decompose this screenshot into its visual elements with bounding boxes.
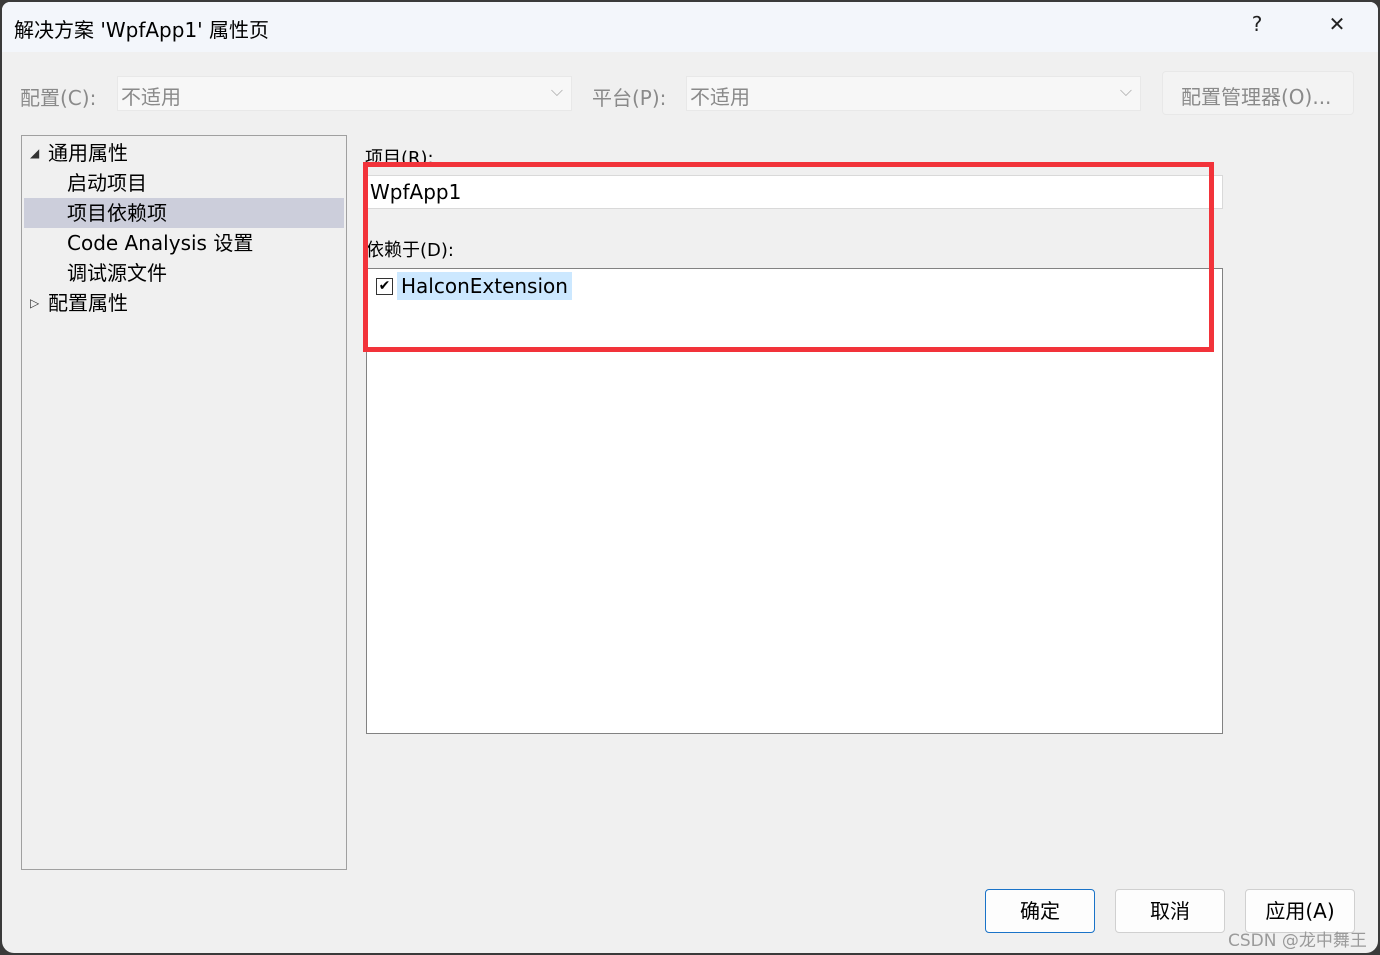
tree-item-label: 配置属性 bbox=[48, 291, 128, 315]
config-value: 不适用 bbox=[121, 85, 181, 109]
tree-item-label: 调试源文件 bbox=[67, 261, 167, 285]
tree-item-label: 通用属性 bbox=[48, 141, 128, 165]
tree-item-code-analysis[interactable]: Code Analysis 设置 bbox=[24, 228, 344, 258]
tree-item-startup-project[interactable]: 启动项目 bbox=[24, 168, 344, 198]
window-title: 解决方案 'WpfApp1' 属性页 bbox=[14, 18, 270, 42]
platform-combo[interactable]: 不适用 ⌵ bbox=[686, 76, 1141, 111]
tree-item-project-dependencies[interactable]: 项目依赖项 bbox=[24, 198, 344, 228]
collapse-arrow-icon[interactable]: ◢ bbox=[30, 138, 39, 168]
close-button[interactable]: ✕ bbox=[1322, 12, 1352, 36]
chevron-down-icon: ⌵ bbox=[1119, 81, 1132, 100]
title-bar: 解决方案 'WpfApp1' 属性页 ? ✕ bbox=[2, 2, 1378, 52]
expand-arrow-icon[interactable]: ▷ bbox=[30, 288, 39, 318]
config-combo[interactable]: 不适用 ⌵ bbox=[117, 76, 572, 111]
tree-item-config-properties[interactable]: ▷ 配置属性 bbox=[24, 288, 344, 318]
platform-label: 平台(P): bbox=[592, 86, 667, 110]
highlight-annotation-box bbox=[363, 162, 1214, 352]
properties-dialog: 解决方案 'WpfApp1' 属性页 ? ✕ 配置(C): 不适用 ⌵ 平台(P)… bbox=[2, 2, 1378, 953]
config-label: 配置(C): bbox=[20, 86, 97, 110]
tree-item-debug-source-files[interactable]: 调试源文件 bbox=[24, 258, 344, 288]
tree-item-label: Code Analysis 设置 bbox=[67, 231, 254, 255]
watermark: CSDN @龙中舞王 bbox=[1228, 931, 1367, 951]
config-manager-button[interactable]: 配置管理器(O)... bbox=[1162, 71, 1354, 115]
category-tree: ◢ 通用属性 启动项目 项目依赖项 Code Analysis 设置 调试源文件 … bbox=[21, 135, 347, 870]
ok-button[interactable]: 确定 bbox=[985, 889, 1095, 933]
tree-item-label: 项目依赖项 bbox=[67, 201, 167, 225]
cancel-button[interactable]: 取消 bbox=[1115, 889, 1225, 933]
chevron-down-icon: ⌵ bbox=[550, 81, 563, 100]
tree-item-label: 启动项目 bbox=[67, 171, 147, 195]
tree-item-common-properties[interactable]: ◢ 通用属性 bbox=[24, 138, 344, 168]
help-button[interactable]: ? bbox=[1242, 12, 1272, 36]
platform-value: 不适用 bbox=[690, 85, 750, 109]
